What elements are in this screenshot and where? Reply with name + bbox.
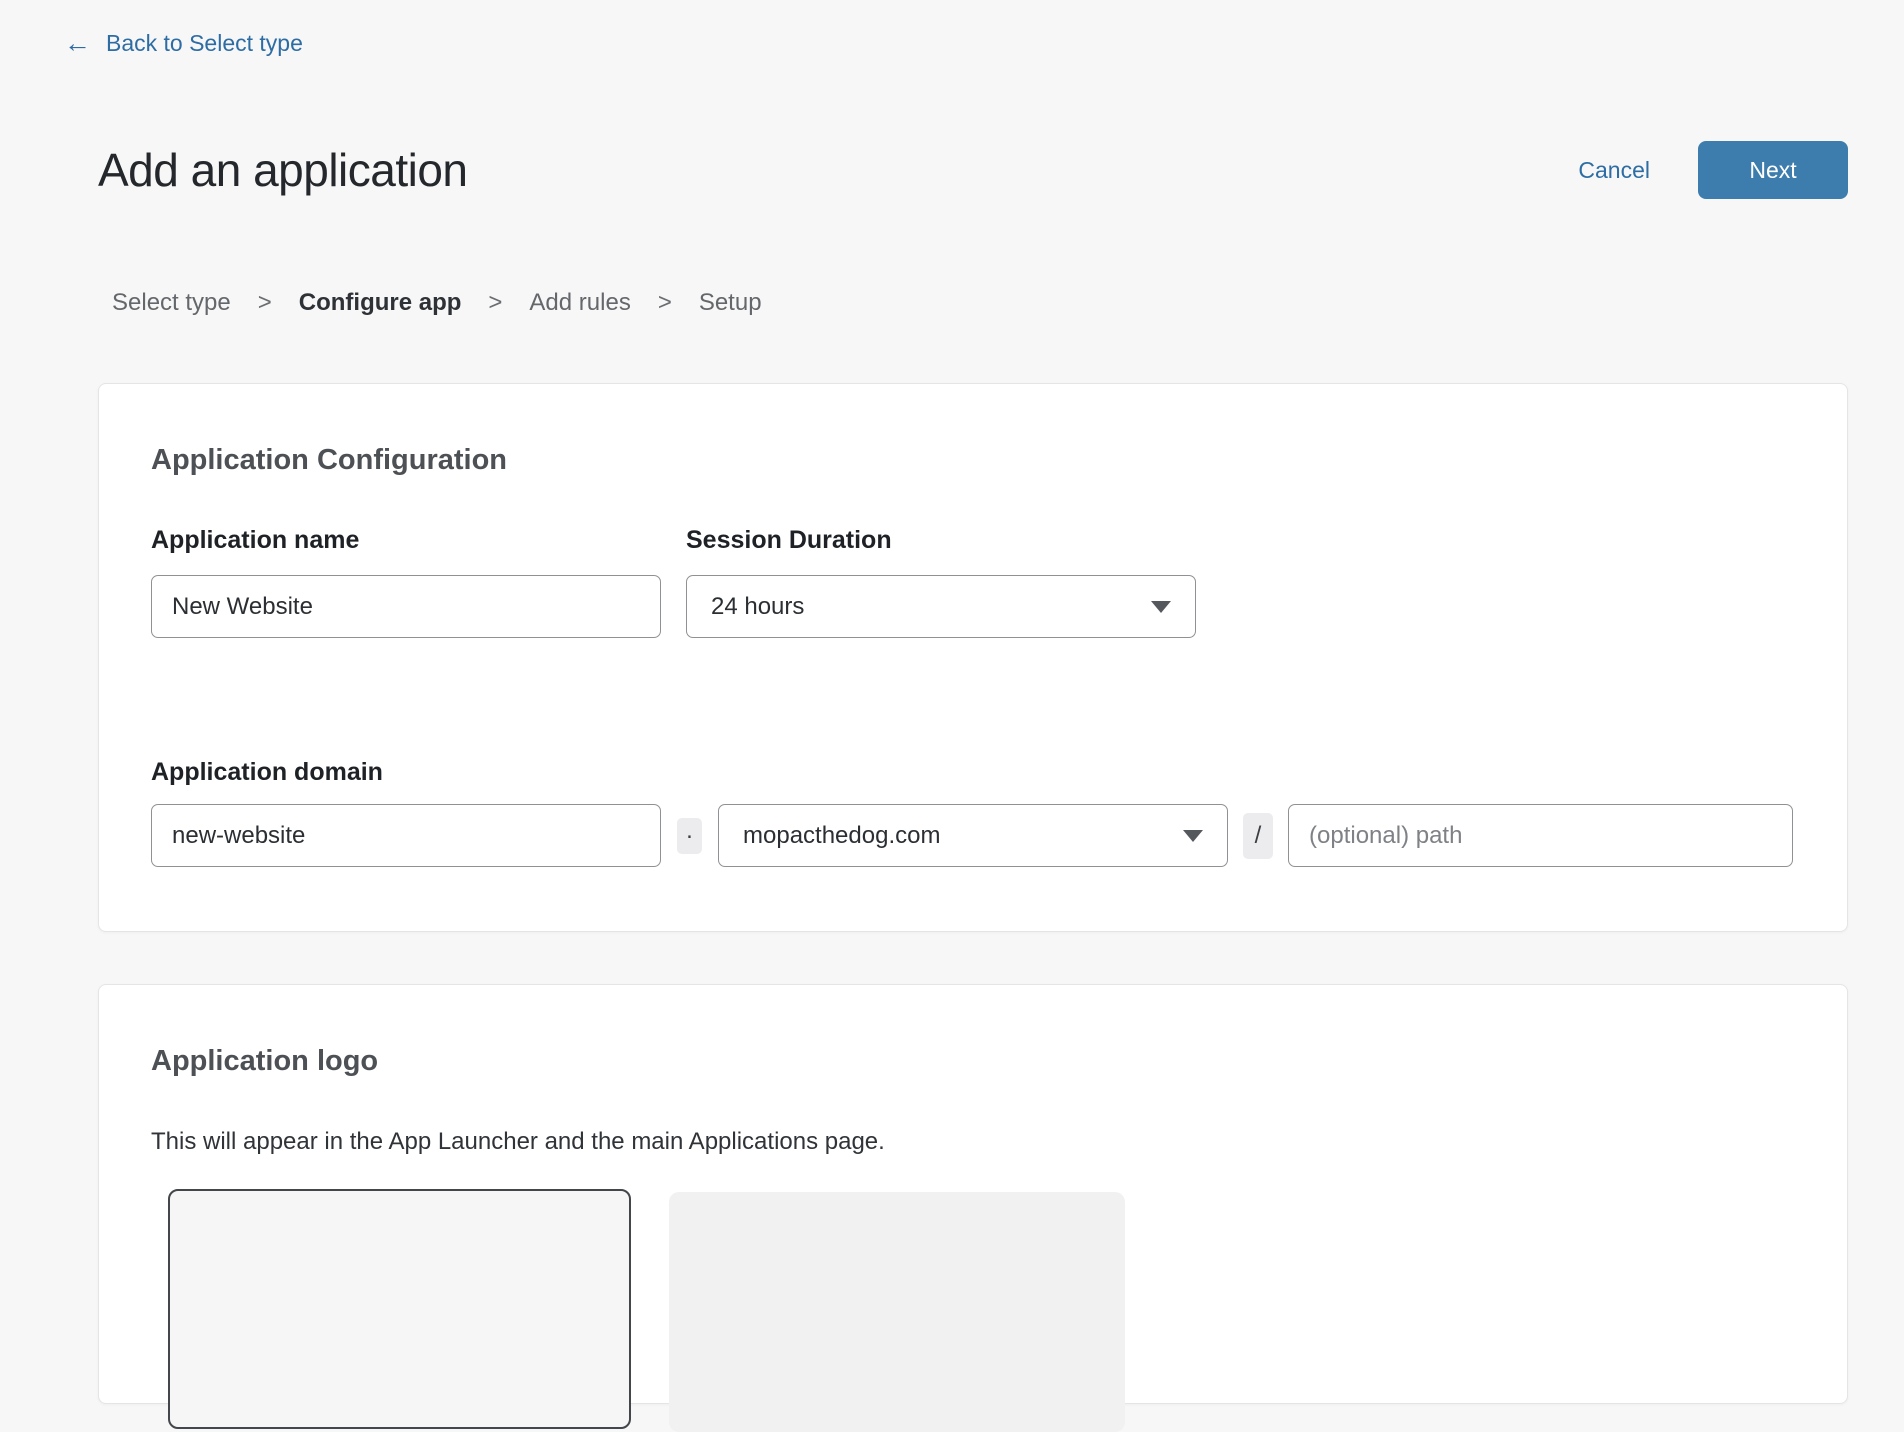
breadcrumb-separator: >: [658, 289, 672, 317]
breadcrumb-step-setup[interactable]: Setup: [699, 289, 762, 317]
chevron-down-icon: [1151, 601, 1171, 613]
breadcrumb-step-select-type[interactable]: Select type: [112, 289, 231, 317]
application-domain-label: Application domain: [151, 758, 1793, 787]
path-input[interactable]: [1288, 804, 1793, 867]
back-link[interactable]: ← Back to Select type: [64, 30, 303, 57]
logo-option[interactable]: [669, 1192, 1125, 1432]
application-domain-field: Application domain . mopacthedog.com /: [151, 758, 1793, 867]
dot-separator: .: [677, 818, 702, 854]
application-configuration-heading: Application Configuration: [151, 444, 1793, 477]
domain-row: . mopacthedog.com /: [151, 804, 1793, 867]
logo-options-row: [151, 1189, 1793, 1432]
next-button[interactable]: Next: [1698, 141, 1848, 199]
breadcrumb-separator: >: [258, 289, 272, 317]
breadcrumb: Select type > Configure app > Add rules …: [112, 289, 1904, 317]
chevron-down-icon: [1183, 830, 1203, 842]
session-duration-label: Session Duration: [686, 526, 1196, 555]
application-name-label: Application name: [151, 526, 661, 555]
slash-separator: /: [1243, 813, 1273, 859]
session-duration-value: 24 hours: [711, 593, 804, 621]
application-configuration-card: Application Configuration Application na…: [98, 383, 1848, 932]
header-actions: Cancel Next: [1578, 141, 1848, 199]
back-link-label: Back to Select type: [106, 30, 303, 57]
breadcrumb-step-add-rules[interactable]: Add rules: [529, 289, 630, 317]
subdomain-input[interactable]: [151, 804, 661, 867]
application-name-field: Application name: [151, 526, 661, 638]
back-arrow-icon: ←: [64, 30, 91, 57]
domain-select[interactable]: mopacthedog.com: [718, 804, 1228, 867]
page-header: Add an application Cancel Next: [98, 141, 1848, 199]
application-name-input[interactable]: [151, 575, 661, 638]
cancel-button[interactable]: Cancel: [1578, 157, 1650, 184]
application-logo-card: Application logo This will appear in the…: [98, 984, 1848, 1404]
application-logo-description: This will appear in the App Launcher and…: [151, 1128, 1793, 1156]
domain-select-value: mopacthedog.com: [743, 822, 940, 850]
session-duration-select[interactable]: 24 hours: [686, 575, 1196, 638]
name-session-row: Application name Session Duration 24 hou…: [151, 526, 1793, 638]
breadcrumb-step-configure-app[interactable]: Configure app: [299, 289, 462, 317]
session-duration-field: Session Duration 24 hours: [686, 526, 1196, 638]
application-logo-heading: Application logo: [151, 1045, 1793, 1078]
breadcrumb-separator: >: [488, 289, 502, 317]
page-title: Add an application: [98, 143, 468, 197]
logo-option-selected[interactable]: [168, 1189, 631, 1429]
page: ← Back to Select type Add an application…: [0, 0, 1904, 1404]
